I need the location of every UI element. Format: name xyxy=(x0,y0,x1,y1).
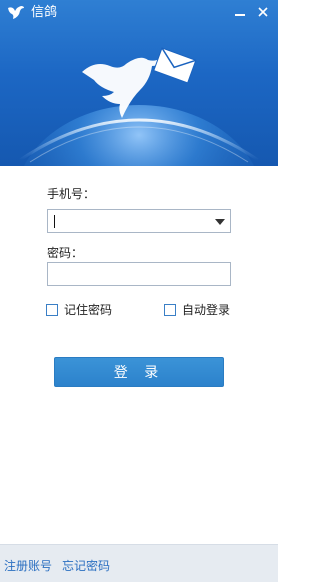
chevron-down-icon[interactable] xyxy=(215,219,225,225)
title-bar: 信鸽 xyxy=(0,0,278,26)
minimize-icon xyxy=(235,14,245,16)
login-button[interactable]: 登 录 xyxy=(54,357,224,387)
checkbox-box[interactable] xyxy=(164,304,176,316)
close-icon xyxy=(258,7,268,17)
password-field[interactable] xyxy=(47,262,231,286)
text-caret xyxy=(54,215,55,228)
phone-input[interactable] xyxy=(48,210,230,232)
password-label: 密码： xyxy=(47,246,84,260)
footer-bar: 注册账号 忘记密码 xyxy=(0,544,278,582)
dove-icon xyxy=(8,6,24,19)
forgot-password-link[interactable]: 忘记密码 xyxy=(62,559,110,573)
envelope-icon xyxy=(153,47,197,84)
phone-label: 手机号： xyxy=(47,187,96,201)
remember-password-label: 记住密码 xyxy=(64,303,113,317)
window-title: 信鸽 xyxy=(31,5,58,20)
close-button[interactable] xyxy=(251,0,275,24)
remember-password-checkbox[interactable]: 记住密码 xyxy=(46,303,112,317)
checkbox-box[interactable] xyxy=(46,304,58,316)
register-account-link[interactable]: 注册账号 xyxy=(4,559,52,573)
globe-shape xyxy=(23,105,255,166)
auto-login-label: 自动登录 xyxy=(182,303,231,317)
auto-login-checkbox[interactable]: 自动登录 xyxy=(164,303,230,317)
password-input[interactable] xyxy=(48,263,230,285)
minimize-button[interactable] xyxy=(228,0,252,24)
phone-combobox[interactable] xyxy=(47,209,231,233)
